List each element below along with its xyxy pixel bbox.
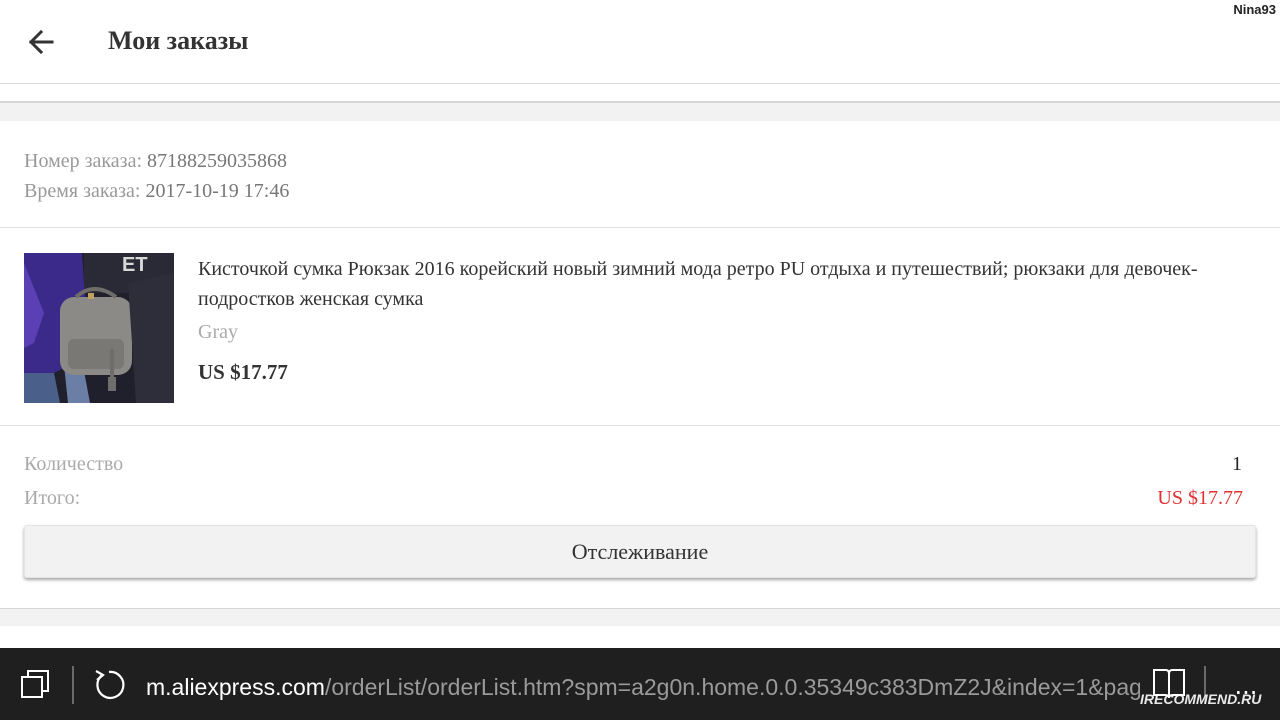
order-time-value: 2017-10-19 17:46 — [145, 180, 290, 202]
order-number-row: Номер заказа: 87188259035868 — [24, 146, 289, 176]
total-value: US $17.77 — [1157, 487, 1243, 509]
divider — [0, 227, 1280, 228]
product-title[interactable]: Кисточкой сумка Рюкзак 2016 корейский но… — [198, 254, 1198, 314]
refresh-button[interactable] — [92, 668, 126, 702]
browser-toolbar: m.aliexpress.com/orderList/orderList.htm… — [0, 648, 1280, 720]
backpack-photo: ET — [24, 253, 174, 403]
total-label: Итого: — [24, 487, 81, 509]
back-button[interactable] — [22, 22, 62, 62]
order-number-label: Номер заказа: — [24, 150, 142, 172]
section-divider — [0, 608, 1280, 626]
app-header: Мои заказы Nina93 — [0, 0, 1280, 84]
arrow-left-icon — [28, 29, 54, 55]
watermark: IRECOMMEND.RU — [1140, 691, 1262, 707]
section-divider — [0, 101, 1280, 121]
url-path: /orderList/orderList.htm?spm=a2g0n.home.… — [324, 674, 1140, 700]
tabs-button[interactable] — [20, 668, 52, 700]
product-variant: Gray — [198, 321, 238, 343]
product-image[interactable]: ET — [24, 253, 174, 403]
tabs-icon — [21, 670, 49, 698]
toolbar-divider — [72, 666, 74, 704]
order-time-label: Время заказа: — [24, 180, 141, 202]
order-number-value: 87188259035868 — [147, 150, 287, 172]
order-time-row: Время заказа: 2017-10-19 17:46 — [24, 176, 289, 206]
thumb-letters: ET — [122, 254, 148, 276]
refresh-icon — [95, 670, 125, 699]
username-label: Nina93 — [1233, 2, 1276, 17]
quantity-label: Количество — [24, 453, 124, 475]
order-info: Номер заказа: 87188259035868 Время заказ… — [24, 146, 289, 206]
product-price: US $17.77 — [198, 360, 288, 384]
divider — [0, 425, 1280, 426]
quantity-value: 1 — [1232, 453, 1242, 475]
address-bar[interactable]: m.aliexpress.com/orderList/orderList.htm… — [146, 674, 1140, 701]
track-order-button[interactable]: Отслеживание — [24, 525, 1256, 578]
url-host: m.aliexpress.com — [146, 674, 325, 700]
page-title: Мои заказы — [108, 26, 249, 55]
